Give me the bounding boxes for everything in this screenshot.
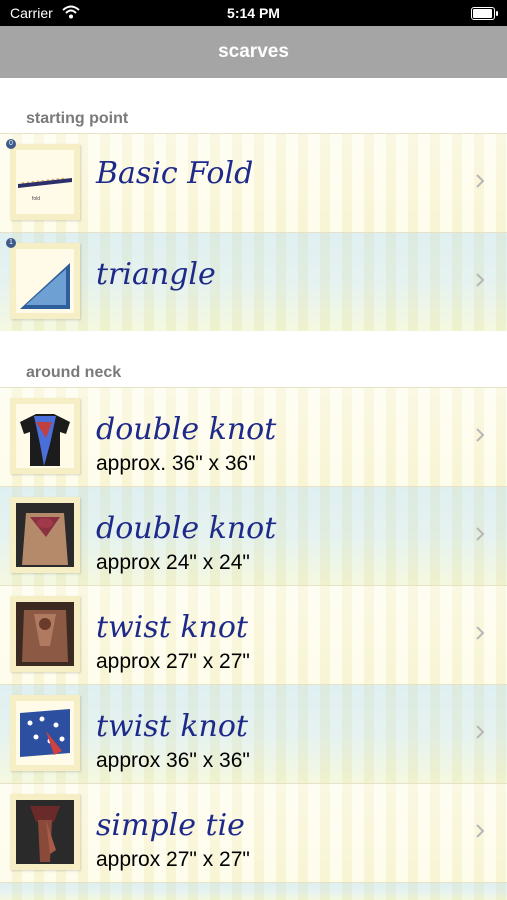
scarf-thumbnail xyxy=(10,243,80,319)
list-item[interactable]: double knot approx 24" x 24" xyxy=(0,486,507,585)
navigation-bar: scarves xyxy=(0,26,507,78)
list-item-partial[interactable] xyxy=(0,882,507,900)
chevron-right-icon xyxy=(475,527,485,541)
row-title: twist knot xyxy=(96,610,248,645)
scarf-thumbnail xyxy=(10,497,80,573)
chevron-right-icon xyxy=(475,428,485,442)
status-bar: Carrier 5:14 PM xyxy=(0,0,507,26)
row-badge: 0 xyxy=(6,139,16,149)
battery-icon xyxy=(471,7,498,20)
chevron-right-icon xyxy=(475,273,485,287)
section-header-around-neck: around neck xyxy=(26,364,122,381)
section-header-starting-point: starting point xyxy=(26,110,129,127)
row-subtitle: approx. 36" x 36" xyxy=(96,452,256,475)
row-title: twist knot xyxy=(96,709,248,744)
list-item[interactable]: simple tie approx 27" x 27" xyxy=(0,783,507,882)
row-subtitle: approx 24" x 24" xyxy=(96,551,250,574)
row-subtitle: approx 36" x 36" xyxy=(96,749,250,772)
scarf-thumbnail: fold xyxy=(10,144,80,220)
chevron-right-icon xyxy=(475,174,485,188)
list-item[interactable]: twist knot approx 36" x 36" xyxy=(0,684,507,783)
list-item[interactable]: double knot approx. 36" x 36" xyxy=(0,387,507,486)
row-badge: 1 xyxy=(6,238,16,248)
svg-text:fold: fold xyxy=(32,196,40,202)
scarf-thumbnail xyxy=(10,398,80,474)
chevron-right-icon xyxy=(475,626,485,640)
list-item[interactable]: 1 triangle xyxy=(0,232,507,331)
list-item[interactable]: 0 fold Basic Fold xyxy=(0,133,507,232)
chevron-right-icon xyxy=(475,824,485,838)
row-title: Basic Fold xyxy=(96,156,254,191)
scarf-thumbnail xyxy=(10,596,80,672)
row-title: double knot xyxy=(96,412,277,447)
row-subtitle: approx 27" x 27" xyxy=(96,650,250,673)
scarf-thumbnail xyxy=(10,794,80,870)
row-title: simple tie xyxy=(96,808,245,843)
list-item[interactable]: twist knot approx 27" x 27" xyxy=(0,585,507,684)
page-title: scarves xyxy=(218,41,289,62)
scarf-thumbnail xyxy=(10,695,80,771)
chevron-right-icon xyxy=(475,725,485,739)
row-title: triangle xyxy=(96,257,216,292)
row-title: double knot xyxy=(96,511,277,546)
clock: 5:14 PM xyxy=(227,5,280,21)
row-subtitle: approx 27" x 27" xyxy=(96,848,250,871)
